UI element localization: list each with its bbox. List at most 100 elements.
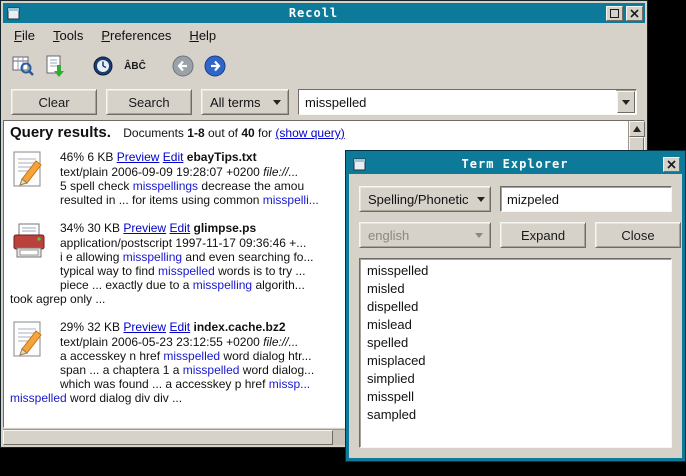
match-mode-select[interactable]: All terms bbox=[201, 89, 289, 115]
summary-range: 1-8 bbox=[187, 126, 204, 140]
text-segment: word dialog div div ... bbox=[67, 391, 182, 405]
edit-link[interactable]: Edit bbox=[169, 221, 190, 235]
preview-link[interactable]: Preview bbox=[123, 320, 166, 334]
highlighted-term: misspelled bbox=[163, 349, 220, 363]
result-filename: ebayTips.txt bbox=[187, 150, 257, 164]
forward-icon[interactable] bbox=[199, 50, 231, 82]
results-title: Query results. bbox=[10, 124, 111, 141]
clear-button[interactable]: Clear bbox=[11, 89, 97, 115]
result-filename: index.cache.bz2 bbox=[193, 320, 285, 334]
chevron-down-icon bbox=[475, 233, 483, 238]
text-segment: text/plain 2006-05-23 23:12:55 +0200 bbox=[60, 335, 263, 349]
text-segment: i e allowing bbox=[60, 250, 123, 264]
search-controls: Clear Search All terms bbox=[3, 85, 645, 119]
term-explorer-titlebar[interactable]: Term Explorer bbox=[349, 154, 682, 174]
term-explorer-spell-icon[interactable]: ÂBĈ bbox=[119, 50, 151, 82]
result-relevance: 34% bbox=[60, 221, 84, 235]
term-list-item[interactable]: misled bbox=[367, 280, 664, 298]
toolbar-separator bbox=[71, 66, 87, 67]
highlighted-term: misspelling bbox=[123, 250, 182, 264]
window-title: Term Explorer bbox=[370, 157, 660, 171]
text-segment: words is to try ... bbox=[215, 264, 306, 278]
close-dialog-button[interactable]: Close bbox=[595, 222, 681, 248]
highlighted-term: misspelled bbox=[183, 363, 240, 377]
language-select[interactable]: english bbox=[359, 222, 491, 248]
text-file-icon bbox=[12, 151, 52, 194]
spell-icon-label: ÂBĈ bbox=[124, 61, 146, 72]
edit-link[interactable]: Edit bbox=[169, 320, 190, 334]
term-list-item[interactable]: dispelled bbox=[367, 298, 664, 316]
term-list-item[interactable]: misspelled bbox=[367, 262, 664, 280]
summary-out-of: out of bbox=[208, 126, 238, 140]
summary-prefix: Documents bbox=[123, 126, 184, 140]
expand-button[interactable]: Expand bbox=[500, 222, 586, 248]
text-segment: algorith... bbox=[252, 278, 305, 292]
text-segment: piece ... exactly due to a bbox=[60, 278, 193, 292]
menu-tools[interactable]: Tools bbox=[45, 26, 91, 45]
highlighted-term: missp... bbox=[269, 377, 310, 391]
postscript-file-icon bbox=[12, 222, 52, 265]
menu-file[interactable]: File bbox=[6, 26, 43, 45]
doc-history-icon[interactable] bbox=[87, 50, 119, 82]
term-input[interactable] bbox=[500, 186, 672, 212]
term-list-item[interactable]: misplaced bbox=[367, 352, 664, 370]
edit-link[interactable]: Edit bbox=[163, 150, 184, 164]
result-relevance: 46% bbox=[60, 150, 84, 164]
results-summary: Documents 1-8 out of 40 for (show query) bbox=[120, 126, 345, 140]
update-index-icon[interactable] bbox=[39, 50, 71, 82]
text-segment: resulted in ... for items using common bbox=[60, 193, 263, 207]
term-list-item[interactable]: spelled bbox=[367, 334, 664, 352]
text-segment: text/plain 2006-09-09 19:28:07 +0200 bbox=[60, 165, 263, 179]
summary-for: for bbox=[258, 126, 272, 140]
language-value: english bbox=[368, 228, 466, 243]
window-menu-icon[interactable] bbox=[351, 157, 367, 172]
close-button[interactable] bbox=[663, 157, 680, 172]
menu-help[interactable]: Help bbox=[181, 26, 224, 45]
arrow-up-icon bbox=[633, 126, 641, 132]
clear-search-icon[interactable] bbox=[7, 50, 39, 82]
action-row: english Expand Close bbox=[359, 222, 672, 248]
term-list-item[interactable]: mislead bbox=[367, 316, 664, 334]
highlighted-term: misspelli... bbox=[263, 193, 319, 207]
close-button[interactable] bbox=[626, 6, 643, 21]
term-list-item[interactable]: sampled bbox=[367, 406, 664, 424]
scroll-up-button[interactable] bbox=[629, 121, 645, 137]
back-icon[interactable] bbox=[167, 50, 199, 82]
query-combo bbox=[298, 89, 637, 115]
result-size: 30 KB bbox=[87, 221, 120, 235]
text-segment: took agrep only ... bbox=[10, 292, 105, 306]
result-size: 32 KB bbox=[87, 320, 120, 334]
chevron-down-icon bbox=[622, 100, 630, 105]
window-menu-icon[interactable] bbox=[5, 6, 21, 21]
result-relevance: 29% bbox=[60, 320, 84, 334]
term-list-item[interactable]: misspell bbox=[367, 388, 664, 406]
query-history-dropdown[interactable] bbox=[617, 91, 635, 113]
text-segment: decrease the amou bbox=[198, 179, 304, 193]
menubar: File Tools Preferences Help bbox=[3, 23, 645, 47]
term-list-item[interactable]: simplied bbox=[367, 370, 664, 388]
maximize-button[interactable] bbox=[606, 6, 623, 21]
toolbar: ÂBĈ bbox=[3, 47, 645, 85]
highlighted-term: misspelled bbox=[10, 391, 67, 405]
menu-preferences[interactable]: Preferences bbox=[93, 26, 179, 45]
preview-link[interactable]: Preview bbox=[117, 150, 160, 164]
show-query-link[interactable]: (show query) bbox=[275, 126, 344, 140]
horizontal-scroll-thumb[interactable] bbox=[3, 430, 333, 445]
highlighted-term: misspellings bbox=[133, 179, 198, 193]
expansion-mode-select[interactable]: Spelling/Phonetic bbox=[359, 186, 491, 212]
expansion-row: Spelling/Phonetic bbox=[359, 186, 672, 212]
search-button[interactable]: Search bbox=[106, 89, 192, 115]
query-input[interactable] bbox=[299, 90, 616, 114]
text-segment: and even searching fo... bbox=[182, 250, 313, 264]
highlighted-term: misspelled bbox=[158, 264, 215, 278]
chevron-down-icon bbox=[273, 100, 281, 105]
result-size: 6 KB bbox=[87, 150, 113, 164]
match-mode-value: All terms bbox=[210, 95, 264, 110]
text-segment: which was found ... a accesskey p href bbox=[60, 377, 269, 391]
recoll-titlebar[interactable]: Recoll bbox=[3, 3, 645, 23]
text-segment: a accesskey n href bbox=[60, 349, 163, 363]
preview-link[interactable]: Preview bbox=[123, 221, 166, 235]
text-segment: application/postscript 1997-11-17 09:36:… bbox=[60, 236, 306, 250]
text-segment: word dialog htr... bbox=[220, 349, 311, 363]
summary-total: 40 bbox=[241, 126, 254, 140]
